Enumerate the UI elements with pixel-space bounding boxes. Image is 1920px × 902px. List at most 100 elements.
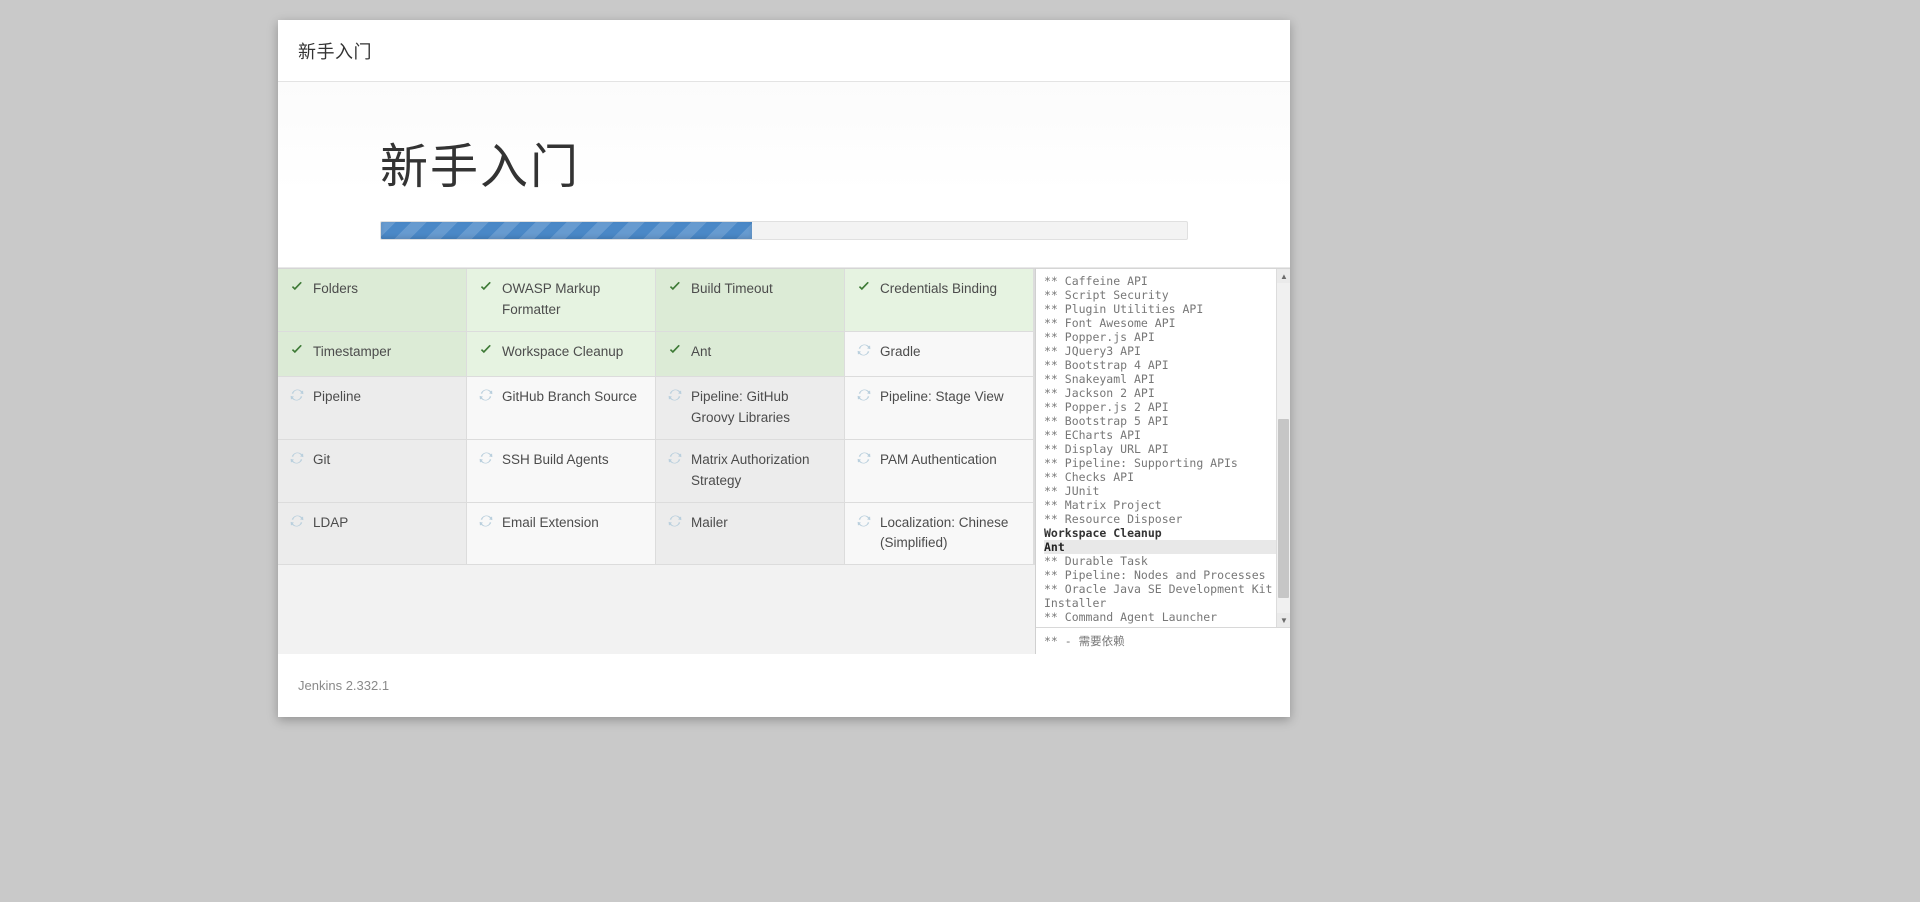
scroll-down-arrow-icon[interactable]: ▼ bbox=[1277, 613, 1290, 628]
log-line: ** Bootstrap 4 API bbox=[1044, 358, 1169, 372]
hero-title: 新手入门 bbox=[380, 141, 581, 194]
log-line: ** Jackson 2 API bbox=[1044, 386, 1155, 400]
refresh-icon bbox=[479, 388, 493, 405]
log-line: Ant bbox=[1044, 540, 1288, 554]
wizard-header: 新手入门 bbox=[278, 20, 1290, 82]
plugin-cell: Gradle bbox=[845, 331, 1034, 377]
plugin-cell: Folders bbox=[278, 269, 467, 332]
scroll-up-arrow-icon[interactable]: ▲ bbox=[1277, 269, 1290, 283]
refresh-icon bbox=[668, 388, 682, 405]
plugin-grid-container: Folders OWASP Markup Formatter Build Timeo… bbox=[278, 268, 1035, 654]
log-line: ** Pipeline: Nodes and Processes bbox=[1044, 568, 1266, 582]
refresh-icon bbox=[857, 514, 871, 531]
plugin-cell: Build Timeout bbox=[656, 269, 845, 332]
refresh-icon bbox=[479, 514, 493, 531]
plugin-name: Ant bbox=[691, 343, 712, 359]
plugin-cell: Credentials Binding bbox=[845, 269, 1034, 332]
log-line: ** Durable Task bbox=[1044, 554, 1148, 568]
plugin-cell: Timestamper bbox=[278, 331, 467, 377]
plugin-cell: PAM Authentication bbox=[845, 439, 1034, 503]
install-progress-fill bbox=[381, 222, 752, 239]
refresh-icon bbox=[668, 451, 682, 468]
refresh-icon bbox=[290, 388, 304, 405]
scrollbar-thumb[interactable] bbox=[1278, 419, 1289, 599]
plugin-name: Email Extension bbox=[502, 514, 599, 530]
log-line: ** Bootstrap 5 API bbox=[1044, 414, 1169, 428]
plugin-name: SSH Build Agents bbox=[502, 451, 609, 467]
plugin-name: OWASP Markup Formatter bbox=[502, 281, 601, 317]
refresh-icon bbox=[857, 451, 871, 468]
plugin-cell: OWASP Markup Formatter bbox=[467, 269, 656, 332]
plugin-name: Folders bbox=[313, 281, 359, 296]
refresh-icon bbox=[857, 343, 871, 360]
plugin-cell: Ant bbox=[656, 331, 845, 377]
log-line: ** JUnit bbox=[1044, 484, 1100, 498]
plugin-name: LDAP bbox=[313, 514, 349, 530]
page-title: 新手入门 bbox=[298, 41, 372, 62]
log-line: ** Pipeline: Supporting APIs bbox=[1044, 456, 1238, 470]
refresh-icon bbox=[290, 514, 304, 531]
setup-wizard-panel: 新手入门 新手入门 Folders OWASP Markup Formatter B… bbox=[278, 20, 1290, 717]
log-line: ** Caffeine API bbox=[1044, 274, 1148, 288]
plugin-cell: GitHub Branch Source bbox=[467, 376, 656, 440]
plugin-name: PAM Authentication bbox=[880, 451, 997, 467]
plugin-cell: SSH Build Agents bbox=[467, 439, 656, 503]
check-icon bbox=[668, 280, 682, 297]
plugin-cell: Git bbox=[278, 439, 467, 503]
plugin-name: Git bbox=[313, 451, 331, 467]
plugin-cell: Pipeline bbox=[278, 376, 467, 440]
refresh-icon bbox=[668, 514, 682, 531]
log-line: ** Command Agent Launcher bbox=[1044, 610, 1218, 624]
log-line: Workspace Cleanup bbox=[1044, 526, 1162, 540]
install-log-panel: ** Caffeine API ** Script Security ** Plug… bbox=[1035, 268, 1290, 654]
plugin-cell: LDAP bbox=[278, 502, 467, 566]
plugin-name: Gradle bbox=[880, 343, 921, 359]
plugin-name: Pipeline bbox=[313, 388, 362, 404]
refresh-icon bbox=[857, 388, 871, 405]
log-line: ** Oracle Java SE Development Kit Instal… bbox=[1044, 582, 1273, 610]
log-line: ** Popper.js 2 API bbox=[1044, 400, 1169, 414]
plugin-name: Matrix Authorization Strategy bbox=[691, 451, 810, 488]
plugin-name: Build Timeout bbox=[691, 281, 773, 296]
log-line: ** Plugin Utilities API bbox=[1044, 302, 1204, 316]
wizard-footer: Jenkins 2.332.1 bbox=[278, 654, 1290, 717]
log-line: ** Snakeyaml API bbox=[1044, 372, 1155, 386]
log-line-list: ** Caffeine API ** Script Security ** Plug… bbox=[1036, 269, 1290, 627]
check-icon bbox=[857, 280, 871, 297]
log-legend: ** - 需要依赖 bbox=[1036, 628, 1290, 654]
plugin-cell: Mailer bbox=[656, 502, 845, 566]
check-icon bbox=[290, 280, 304, 297]
log-scrollbar[interactable]: ▲ ▼ bbox=[1276, 269, 1290, 628]
log-line: ** JQuery3 API bbox=[1044, 344, 1141, 358]
plugin-name: Workspace Cleanup bbox=[502, 343, 624, 359]
refresh-icon bbox=[479, 451, 493, 468]
hero-section: 新手入门 bbox=[278, 82, 1290, 268]
log-line: ** Resource Disposer bbox=[1044, 512, 1183, 526]
install-progress-bar bbox=[380, 221, 1188, 240]
plugin-name: Pipeline: Stage View bbox=[880, 388, 1004, 404]
check-icon bbox=[668, 343, 682, 360]
check-icon bbox=[479, 280, 493, 297]
log-line: ** Script Security bbox=[1044, 288, 1169, 302]
log-line: ** ECharts API bbox=[1044, 428, 1141, 442]
jenkins-version-label: Jenkins 2.332.1 bbox=[298, 678, 390, 693]
plugin-grid: Folders OWASP Markup Formatter Build Timeo… bbox=[278, 269, 1035, 566]
check-icon bbox=[290, 343, 304, 360]
log-line: ** Matrix Project bbox=[1044, 498, 1162, 512]
plugin-name: Localization: Chinese (Simplified) bbox=[880, 514, 1009, 551]
log-line: ** Popper.js API bbox=[1044, 330, 1155, 344]
log-line: ** Display URL API bbox=[1044, 442, 1169, 456]
plugin-cell: Localization: Chinese (Simplified) bbox=[845, 502, 1034, 566]
plugin-cell: Email Extension bbox=[467, 502, 656, 566]
plugin-name: GitHub Branch Source bbox=[502, 388, 638, 404]
refresh-icon bbox=[290, 451, 304, 468]
check-icon bbox=[479, 343, 493, 360]
plugin-cell: Workspace Cleanup bbox=[467, 331, 656, 377]
log-line: ** Font Awesome API bbox=[1044, 316, 1176, 330]
plugin-cell: Pipeline: GitHub Groovy Libraries bbox=[656, 376, 845, 440]
plugin-name: Pipeline: GitHub Groovy Libraries bbox=[691, 388, 791, 425]
plugin-cell: Pipeline: Stage View bbox=[845, 376, 1034, 440]
plugin-cell: Matrix Authorization Strategy bbox=[656, 439, 845, 503]
log-line: ** Checks API bbox=[1044, 470, 1135, 484]
log-scroll-area[interactable]: ** Caffeine API ** Script Security ** Plug… bbox=[1036, 269, 1290, 629]
